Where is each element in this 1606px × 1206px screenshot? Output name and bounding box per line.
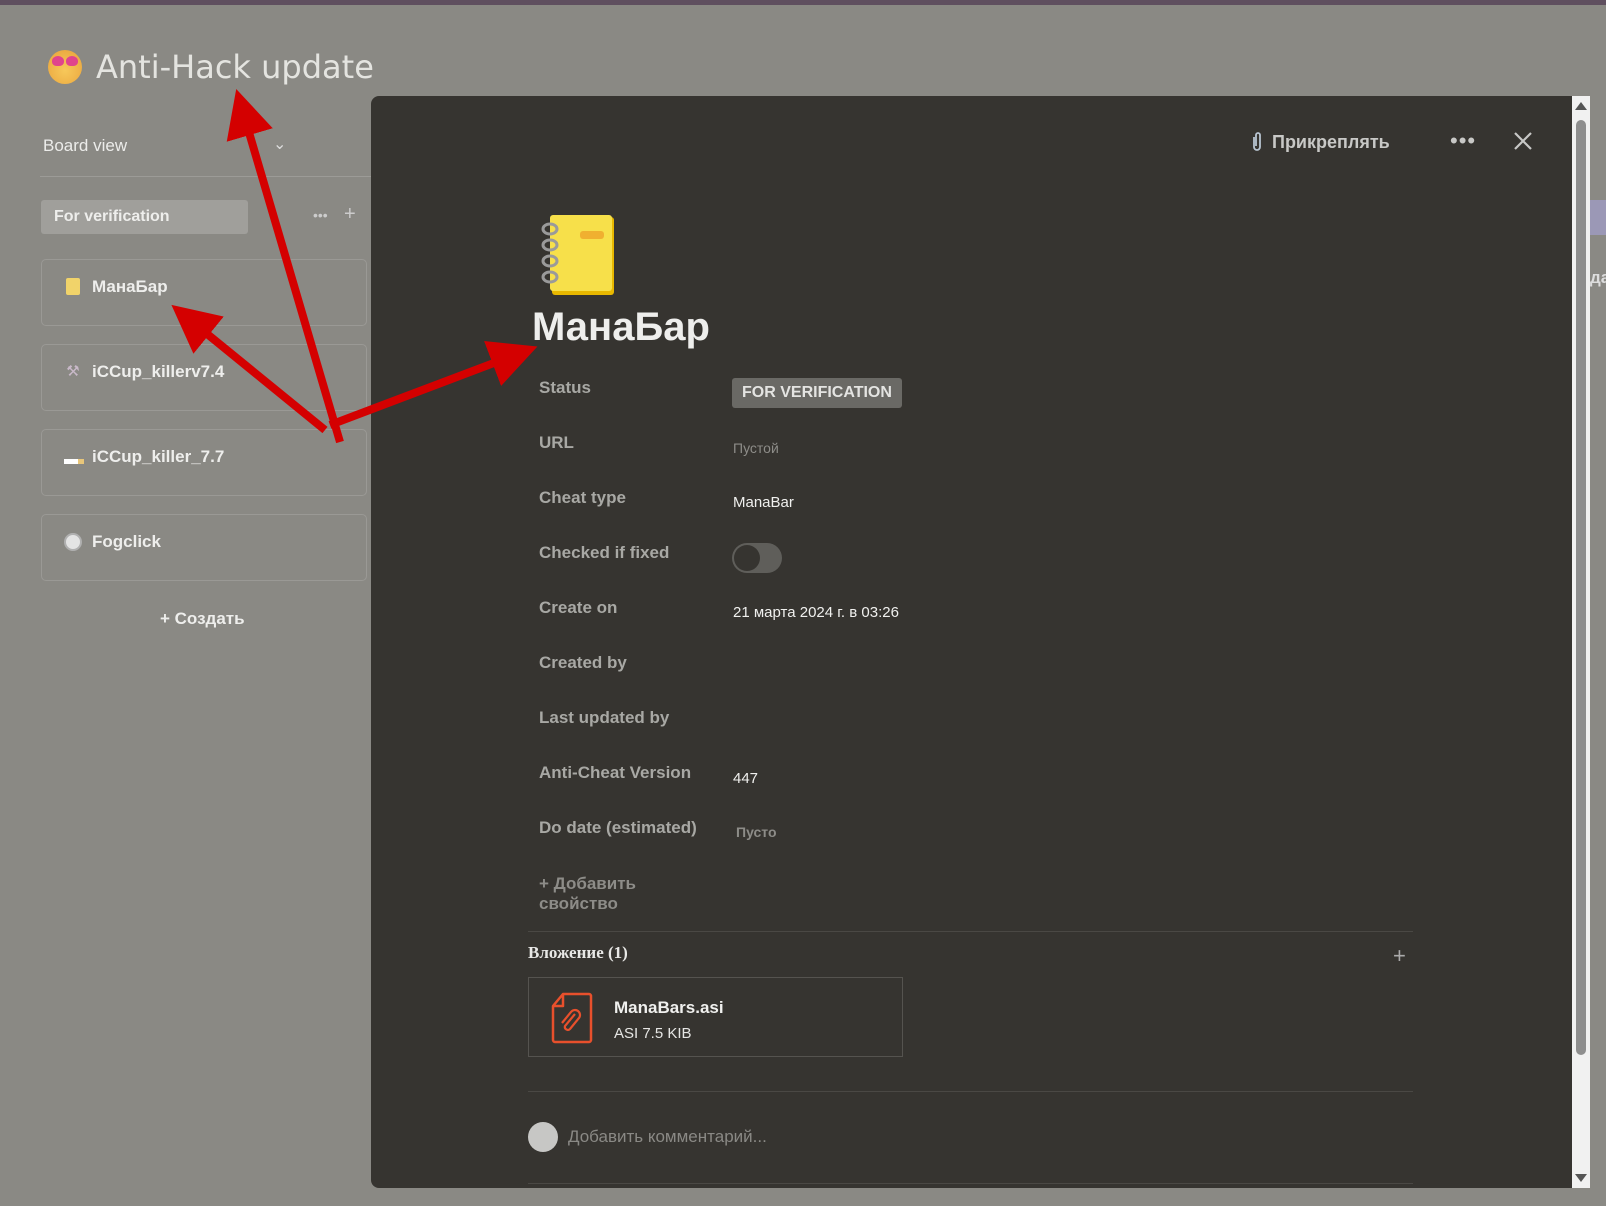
checked-if-fixed-toggle[interactable] — [732, 543, 782, 573]
add-property-line2: свойство — [539, 894, 618, 913]
notebook-icon — [541, 215, 614, 295]
property-label-anti-cheat-version: Anti-Cheat Version — [539, 763, 692, 782]
do-date-value[interactable]: Пусто — [736, 824, 777, 840]
scrollbar-thumb[interactable] — [1576, 120, 1586, 1055]
attach-button[interactable]: Прикреплять — [1250, 131, 1390, 153]
close-icon[interactable] — [1510, 128, 1536, 154]
attachments-header: Вложение (1) — [528, 943, 628, 962]
cheat-type-value[interactable]: ManaBar — [733, 494, 794, 511]
board-title: Anti-Hack update — [48, 48, 374, 86]
avatar — [528, 1122, 558, 1152]
column-header-for-verification[interactable]: For verification — [41, 200, 248, 234]
board-view-selector[interactable]: Board view — [43, 136, 127, 156]
property-label-status: Status — [539, 378, 591, 397]
attach-label: Прикреплять — [1272, 131, 1390, 152]
heart-eyes-emoji-icon — [48, 50, 82, 84]
divider — [528, 1183, 1413, 1184]
card-label: Fogclick — [92, 532, 161, 551]
scroll-up-arrow-icon[interactable] — [1575, 102, 1587, 110]
background-clipped-text: дат — [1590, 268, 1606, 287]
scroll-down-arrow-icon[interactable] — [1575, 1174, 1587, 1182]
column-more-icon[interactable]: ••• — [313, 207, 328, 223]
anti-cheat-version-value[interactable]: 447 — [733, 770, 758, 787]
notebook-icon — [66, 278, 80, 295]
property-label-created-by: Created by — [539, 653, 627, 672]
add-attachment-icon[interactable]: + — [1393, 943, 1406, 969]
page-title: МанаБар — [532, 305, 710, 349]
card-label: МанаБар — [92, 277, 168, 296]
property-label-checked-if-fixed: Checked if fixed — [539, 543, 670, 562]
clock-icon — [64, 533, 82, 551]
board-card[interactable]: iCCup_killer_7.7 — [41, 429, 367, 496]
status-badge[interactable]: FOR VERIFICATION — [732, 378, 902, 408]
cigarette-icon — [64, 448, 84, 466]
add-property-line1: + Добавить — [539, 874, 636, 893]
divider — [40, 176, 372, 177]
card-label: iCCup_killer_7.7 — [92, 447, 225, 466]
attachment-name: ManaBars.asi — [614, 998, 724, 1017]
property-label-do-date: Do date (estimated) — [539, 818, 697, 837]
paperclip-icon — [1253, 132, 1261, 151]
chevron-down-icon[interactable]: ⌄ — [273, 134, 286, 154]
property-label-url: URL — [539, 433, 574, 452]
create-card-button[interactable]: + Создать — [160, 609, 245, 629]
card-label: iCCup_killerv7.4 — [92, 362, 225, 381]
board-card[interactable]: МанаБар — [41, 259, 367, 326]
create-on-value: 21 марта 2024 г. в 03:26 — [733, 604, 899, 621]
property-label-create-on: Create on — [539, 598, 618, 617]
file-attachment-icon — [551, 992, 593, 1044]
board-card[interactable]: Fogclick — [41, 514, 367, 581]
comment-input[interactable]: Добавить комментарий... — [568, 1127, 767, 1147]
divider — [528, 931, 1413, 932]
board-card[interactable]: ⚒ iCCup_killerv7.4 — [41, 344, 367, 411]
toggle-knob — [734, 545, 760, 571]
add-property-button[interactable]: + Добавить свойство — [539, 874, 636, 914]
url-value[interactable]: Пустой — [733, 440, 779, 456]
attachment-item[interactable]: ManaBars.asi ASI 7.5 KIB — [528, 977, 903, 1057]
property-label-cheat-type: Cheat type — [539, 488, 626, 507]
property-label-last-updated-by: Last updated by — [539, 708, 670, 727]
board-title-text: Anti-Hack update — [96, 48, 374, 86]
attachment-meta: ASI 7.5 KIB — [614, 1025, 692, 1042]
divider — [528, 1091, 1413, 1092]
background-column-header — [1590, 200, 1606, 235]
column-add-icon[interactable]: + — [344, 203, 356, 226]
hammer-pick-icon: ⚒ — [66, 363, 80, 380]
top-bar — [0, 0, 1606, 5]
scrollbar[interactable] — [1572, 96, 1590, 1188]
more-options-icon[interactable]: ••• — [1450, 128, 1476, 154]
